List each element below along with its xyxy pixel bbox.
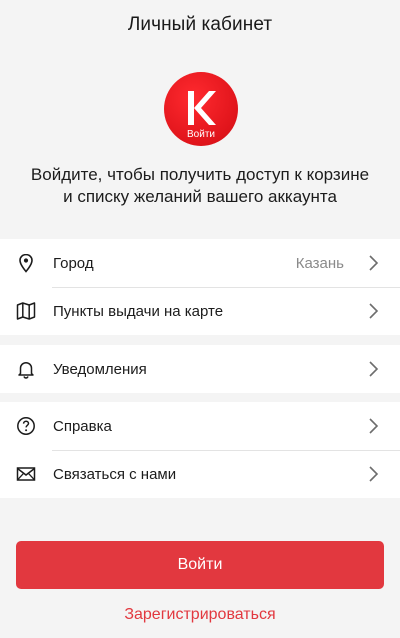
bell-icon [18,361,34,379]
pickup-points-label: Пункты выдачи на карте [53,302,224,320]
chevron-right-icon [369,255,379,271]
login-prompt-line-1: Войдите, чтобы получить доступ к корзине [30,165,370,184]
map-icon [16,302,36,320]
city-value: Казань [295,254,344,272]
envelope-icon [16,467,36,481]
chevron-right-icon [369,361,379,377]
register-link[interactable]: Зарегистрироваться [0,606,400,624]
help-label: Справка [53,417,112,435]
login-button[interactable]: Войти [16,541,384,589]
chevron-right-icon [369,303,379,319]
pickup-points-row[interactable]: Пункты выдачи на карте [0,287,400,335]
notifications-row[interactable]: Уведомления [0,345,400,393]
contact-row[interactable]: Связаться с нами [0,450,400,498]
city-row[interactable]: Город Казань [0,239,400,287]
chevron-right-icon [369,466,379,482]
notifications-label: Уведомления [53,360,147,378]
login-logo-button[interactable]: Войти [164,72,238,146]
city-label: Город [53,254,94,272]
page-title: Личный кабинет [127,14,273,35]
contact-label: Связаться с нами [53,465,177,483]
location-pin-icon [19,253,33,273]
question-icon [17,417,35,435]
k-logo-icon [188,91,216,125]
header: Личный кабинет [0,0,400,50]
support-section: Справка Связаться с нами [0,402,400,498]
location-section: Город Казань Пункты выдачи на карте [0,239,400,335]
chevron-right-icon [369,418,379,434]
help-row[interactable]: Справка [0,402,400,450]
login-prompt-line-2: и списку желаний вашего аккаунта [63,187,337,206]
login-prompt: Войдите, чтобы получить доступ к корзине… [20,164,380,208]
logo-label: Войти [187,129,215,140]
notifications-section: Уведомления [0,345,400,393]
